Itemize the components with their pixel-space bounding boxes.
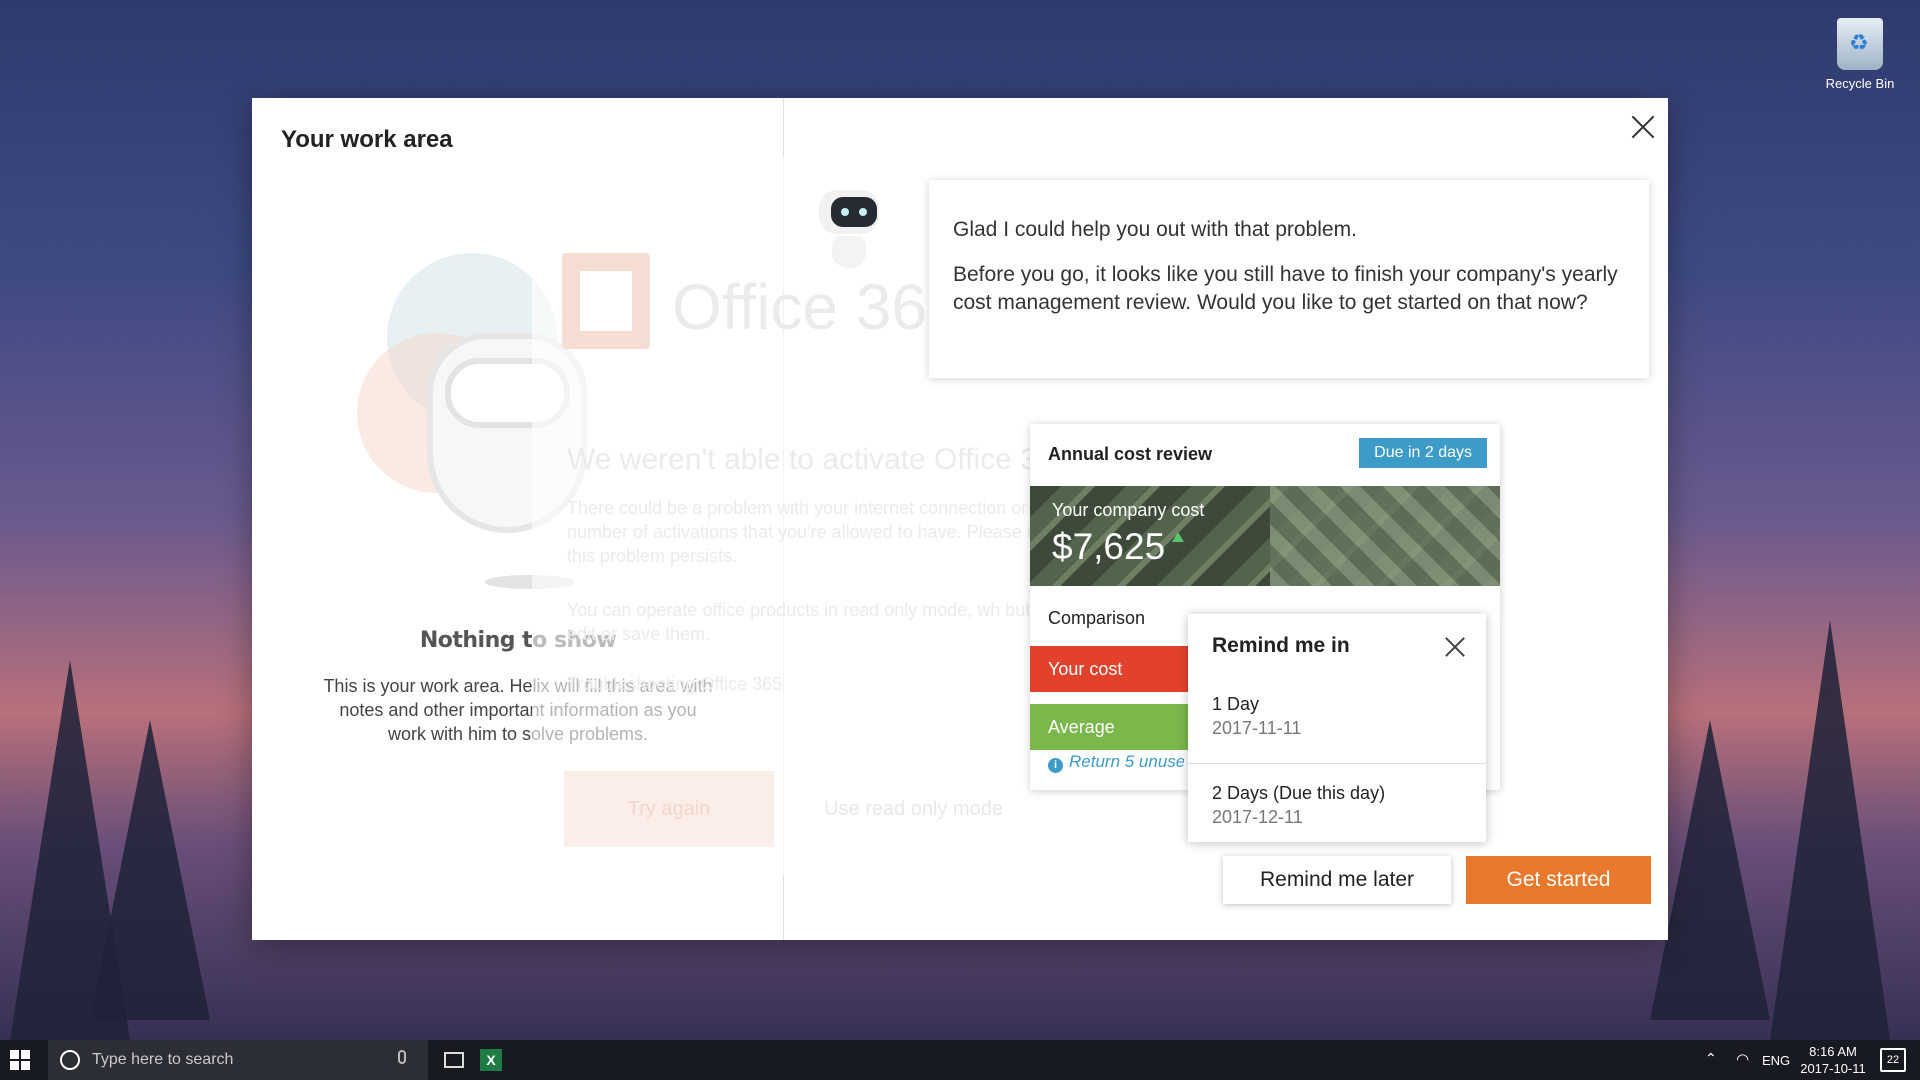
wifi-icon[interactable]: ◠	[1736, 1050, 1749, 1080]
faded-read-only-link: Use read only mode	[824, 798, 1003, 820]
get-started-button[interactable]: Get started	[1466, 856, 1651, 904]
remind-me-later-button[interactable]: Remind me later	[1223, 856, 1451, 904]
chat-bubble: Glad I could help you out with that prob…	[929, 180, 1649, 378]
avatar-torso	[832, 236, 866, 268]
option-date: 2017-12-11	[1212, 807, 1303, 827]
option-label: 2 Days (Due this day)	[1212, 783, 1386, 803]
faded-try-again-button: Try again	[564, 771, 774, 847]
popover-close-icon[interactable]	[1444, 636, 1466, 658]
notification-center-icon[interactable]: 22	[1880, 1048, 1906, 1072]
office-logo-icon	[562, 253, 650, 349]
faded-paragraph: There could be a problem with your inter…	[567, 498, 1058, 566]
return-unused-text: Return 5 unused	[1069, 752, 1184, 771]
recycle-bin-desktop-icon[interactable]: Recycle Bin	[1818, 18, 1902, 91]
cortana-icon	[60, 1050, 80, 1070]
option-date: 2017-11-11	[1212, 718, 1302, 738]
task-view-icon[interactable]	[444, 1052, 464, 1068]
remind-option-1-day[interactable]: 1 Day 2017-11-11	[1188, 682, 1486, 764]
return-unused-link[interactable]: i Return 5 unused	[1048, 752, 1184, 773]
faded-logo-text: Office 365	[672, 271, 963, 343]
input-language-indicator[interactable]: ENG	[1762, 1053, 1790, 1080]
microphone-icon[interactable]	[398, 1050, 406, 1064]
company-cost-label: Your company cost	[1052, 500, 1205, 520]
remind-me-popover: Remind me in 1 Day 2017-11-11 2 Days (Du…	[1188, 614, 1486, 842]
option-label: 1 Day	[1212, 694, 1260, 714]
clock-time: 8:16 AM	[1809, 1044, 1857, 1059]
taskbar-clock[interactable]: 8:16 AM 2017-10-11	[1798, 1043, 1868, 1080]
card-title: Annual cost review	[1048, 444, 1213, 464]
info-icon: i	[1048, 758, 1063, 773]
work-area-title: Your work area	[281, 126, 453, 153]
faded-headline: We weren't able to activate Office 365	[567, 443, 1071, 476]
faded-paragraph: You can operate office products in read …	[567, 600, 1061, 644]
company-cost-value: $7,625	[1052, 526, 1166, 567]
dialog-close-icon[interactable]	[1628, 112, 1658, 142]
helix-avatar	[814, 190, 884, 270]
taskbar: Type here to search X ⌃ ◠ ENG 8:16 AM 20…	[0, 1040, 1920, 1080]
background-tree	[1650, 720, 1770, 1020]
chat-message: Glad I could help you out with that prob…	[953, 218, 1357, 241]
windows-logo-icon[interactable]	[10, 1050, 30, 1070]
trend-up-icon	[1172, 532, 1184, 542]
show-hidden-icons-icon[interactable]: ⌃	[1705, 1050, 1717, 1080]
search-placeholder: Type here to search	[92, 1051, 234, 1068]
cost-banner: Your company cost $7,625	[1030, 486, 1500, 586]
faded-link: Troubleshooting Office 365	[567, 674, 783, 694]
taskbar-search-box[interactable]: Type here to search	[48, 1040, 428, 1080]
avatar-visor	[831, 197, 877, 227]
excel-icon[interactable]: X	[480, 1049, 502, 1071]
recycle-bin-icon	[1837, 18, 1883, 70]
remind-option-2-days[interactable]: 2 Days (Due this day) 2017-12-11	[1188, 765, 1486, 842]
recycle-bin-label: Recycle Bin	[1825, 76, 1895, 91]
remind-title: Remind me in	[1212, 634, 1350, 657]
clock-date: 2017-10-11	[1800, 1061, 1866, 1076]
background-tree	[1770, 620, 1890, 1040]
helix-dialog: Your work area Nothing to show This is y…	[252, 98, 1668, 940]
background-tree	[90, 720, 210, 1020]
due-badge: Due in 2 days	[1359, 438, 1487, 468]
chat-message: Before you go, it looks like you still h…	[953, 263, 1618, 314]
comparison-label: Comparison	[1048, 608, 1146, 628]
avatar-head	[819, 190, 879, 234]
